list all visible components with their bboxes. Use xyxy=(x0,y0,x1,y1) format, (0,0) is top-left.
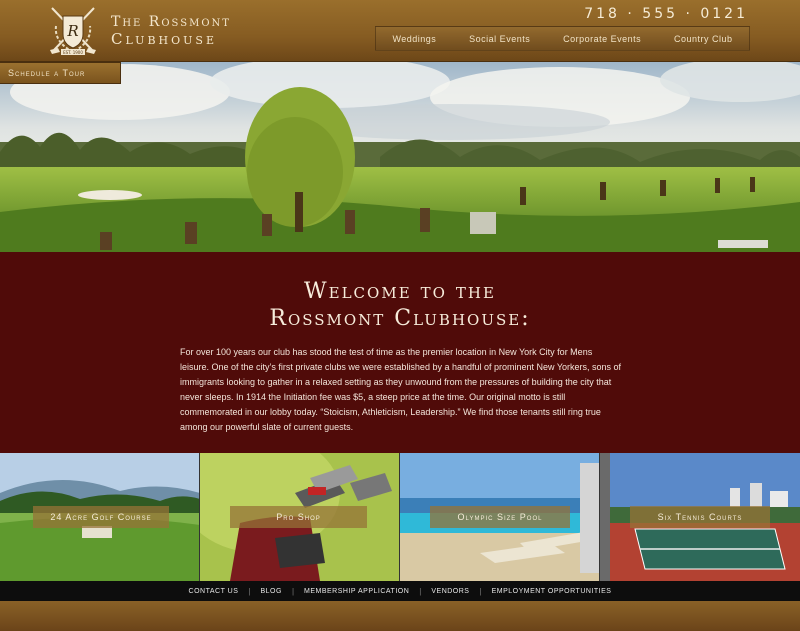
phone-number: 718 · 555 · 0121 xyxy=(584,6,748,22)
hero-image xyxy=(0,62,800,252)
footer-contact-us[interactable]: CONTACT US xyxy=(179,588,249,595)
welcome-body: For over 100 years our club has stood th… xyxy=(180,347,622,432)
schedule-tour-button[interactable]: Schedule a Tour xyxy=(0,62,121,84)
page-bottom-band xyxy=(0,601,800,631)
crest-est: EST. 1900 xyxy=(63,50,83,55)
tile-pro-shop[interactable]: Pro Shop xyxy=(200,453,400,581)
tile-pool[interactable]: Olympic Size Pool xyxy=(400,453,600,581)
feature-tiles: 24 Acre Golf Course Pro Shop Olympic Siz… xyxy=(0,453,800,581)
tile-golf-course[interactable]: 24 Acre Golf Course xyxy=(0,453,200,581)
nav-weddings[interactable]: Weddings xyxy=(392,34,436,44)
golf-course-scene xyxy=(0,62,800,252)
nav-corporate-events[interactable]: Corporate Events xyxy=(563,34,641,44)
brand-line-1: The Rossmont xyxy=(111,14,231,30)
site-header: R EST. 1900 The Rossmont Clubhouse 718 ·… xyxy=(0,0,800,62)
welcome-section: Welcome to the Rossmont Clubhouse: For o… xyxy=(0,252,800,453)
footer-membership-application[interactable]: MEMBERSHIP APPLICATION xyxy=(294,588,419,595)
tile-tennis[interactable]: Six Tennis Courts xyxy=(600,453,800,581)
welcome-title: Welcome to the Rossmont Clubhouse: xyxy=(0,278,800,332)
tile-label-pro-shop: Pro Shop xyxy=(230,506,367,528)
brand-line-2: Clubhouse xyxy=(111,30,217,48)
crest-logo-icon[interactable]: R EST. 1900 xyxy=(46,4,100,58)
welcome-title-line-1: Welcome to the xyxy=(304,279,496,304)
tile-label-tennis: Six Tennis Courts xyxy=(630,506,770,528)
footer-employment-opportunities[interactable]: EMPLOYMENT OPPORTUNITIES xyxy=(482,588,622,595)
main-nav: Weddings Social Events Corporate Events … xyxy=(375,26,750,51)
nav-country-club[interactable]: Country Club xyxy=(674,34,733,44)
tile-label-pool: Olympic Size Pool xyxy=(430,506,570,528)
crest-letter: R xyxy=(66,22,78,40)
nav-social-events[interactable]: Social Events xyxy=(469,34,530,44)
footer-blog[interactable]: BLOG xyxy=(250,588,291,595)
brand-name[interactable]: The Rossmont Clubhouse xyxy=(111,14,231,48)
welcome-title-line-2: Rossmont Clubhouse: xyxy=(269,306,531,331)
footer-vendors[interactable]: VENDORS xyxy=(421,588,479,595)
tile-label-golf: 24 Acre Golf Course xyxy=(33,506,169,528)
footer-nav: CONTACT US | BLOG | MEMBERSHIP APPLICATI… xyxy=(0,581,800,601)
